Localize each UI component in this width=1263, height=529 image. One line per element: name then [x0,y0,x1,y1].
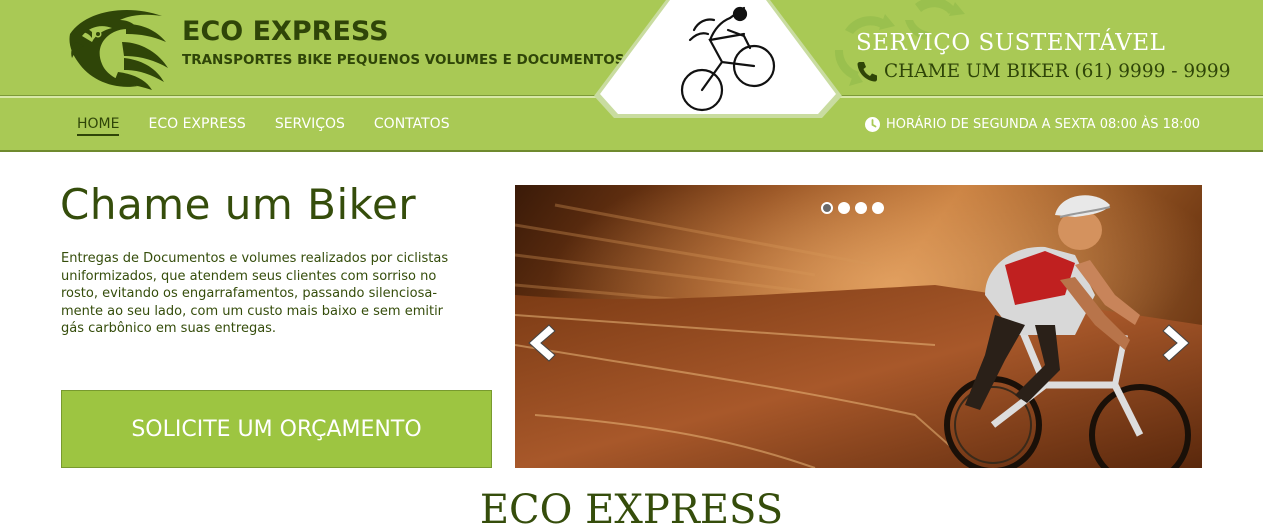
image-slider[interactable] [515,185,1202,468]
chevron-left-icon[interactable] [523,323,559,363]
business-hours: HORÁRIO DE SEGUNDA A SEXTA 08:00 ÀS 18:0… [864,116,1200,133]
header-bottom-border [0,150,1263,152]
request-quote-label: SOLICITE UM ORÇAMENTO [131,416,422,442]
hero-text-line: gás carbônico em suas entregas. [61,321,277,336]
nav-item-servicos[interactable]: SERVIÇOS [275,116,345,136]
request-quote-button[interactable]: SOLICITE UM ORÇAMENTO [61,390,492,468]
service-title: SERVIÇO SUSTENTÁVEL [856,30,1166,56]
hours-label: HORÁRIO DE SEGUNDA A SEXTA 08:00 ÀS 18:0… [886,117,1201,132]
phone-number: CHAME UM BIKER (61) 9999 - 9999 [884,60,1231,82]
clock-icon [865,117,880,132]
brand-title[interactable]: ECO EXPRESS [182,16,389,47]
nav-item-eco-express[interactable]: ECO EXPRESS [148,116,245,136]
hero-text-line: mente ao seu lado, com um custo mais bai… [61,303,444,319]
slider-dot[interactable] [855,202,867,214]
slide-image [515,185,1202,468]
brand-subtitle: TRANSPORTES BIKE PEQUENOS VOLUMES E DOCU… [182,52,625,68]
slider-dot[interactable] [821,202,833,214]
phone-icon [857,62,877,82]
nav-item-home[interactable]: HOME [77,116,120,136]
slider-dot[interactable] [872,202,884,214]
site-header: ECO EXPRESS TRANSPORTES BIKE PEQUENOS VO… [0,0,1263,152]
hero-description: Entregas de Documentos e volumes realiza… [61,250,493,338]
hero-text-line: rosto, evitando os engarrafamentos, pass… [61,286,438,301]
cyclist-badge [594,0,842,118]
hero-text-line: Entregas de Documentos e volumes realiza… [61,251,449,266]
main-nav: HOME ECO EXPRESS SERVIÇOS CONTATOS [77,116,479,136]
hero-title: Chame um Biker [60,180,417,229]
eagle-icon[interactable] [62,2,174,94]
slider-dots [821,202,889,214]
phone-line[interactable]: CHAME UM BIKER (61) 9999 - 9999 [856,60,1230,82]
nav-item-contatos[interactable]: CONTATOS [374,116,450,136]
slider-dot[interactable] [838,202,850,214]
chevron-right-icon[interactable] [1159,323,1195,363]
section-title: ECO EXPRESS [479,487,784,529]
hero-text-line: uniformizados, que atendem seus clientes… [61,268,437,284]
